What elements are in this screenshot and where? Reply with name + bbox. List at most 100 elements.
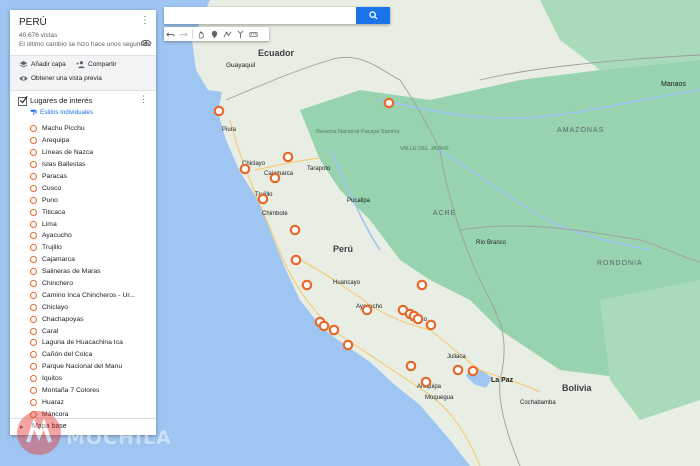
list-item[interactable]: Laguna de Huacachina Ica — [10, 337, 156, 349]
marker-huaraz[interactable] — [289, 224, 301, 236]
map-options-menu-icon[interactable]: ⋮ — [140, 14, 150, 28]
marker-huacachina[interactable] — [328, 324, 340, 336]
marker-nazca[interactable] — [342, 339, 354, 351]
label-moquegua: Moquegua — [425, 395, 454, 401]
place-name: Parque Nacional del Manu — [42, 363, 123, 371]
preview-button[interactable]: Obtener una vista previa — [19, 74, 102, 83]
list-item[interactable]: Salineras de Maras — [10, 266, 156, 278]
list-item[interactable]: Cañón del Colca — [10, 349, 156, 361]
list-item[interactable]: Camino Inca Chincheros - Ur... — [10, 289, 156, 301]
list-item[interactable]: Caral — [10, 325, 156, 337]
marker-dot-icon — [30, 173, 37, 180]
search-button[interactable] — [356, 7, 390, 24]
marker-dot-icon — [30, 339, 37, 347]
place-name: Lima — [42, 220, 57, 228]
map-title[interactable]: PERÚ — [19, 17, 47, 28]
marker-dot-icon — [30, 280, 37, 288]
undo-button[interactable] — [164, 27, 177, 41]
list-item[interactable]: Chinchero — [10, 278, 156, 290]
label-acre: ACRE — [433, 210, 456, 217]
list-item[interactable]: Islas Ballestas — [10, 159, 156, 171]
marker-chiclayo[interactable] — [239, 163, 251, 175]
ruler-icon — [249, 31, 258, 37]
label-piura: Piura — [222, 127, 237, 133]
place-name: Machu Picchu — [42, 125, 85, 133]
layer-style-link[interactable]: Estilos individuales — [30, 109, 93, 116]
list-item[interactable]: Paracas — [10, 171, 156, 183]
marker-dot-icon — [30, 351, 37, 359]
list-item[interactable]: Ayacucho — [10, 230, 156, 242]
place-name: Puno — [42, 196, 58, 204]
layer-name[interactable]: Lugares de interés — [30, 96, 92, 105]
list-item[interactable]: Arequipa — [10, 135, 156, 147]
marker-puno[interactable] — [452, 364, 464, 376]
marker-dot-icon — [30, 268, 37, 276]
place-name: Chiclayo — [42, 303, 69, 311]
list-item[interactable]: Puno — [10, 194, 156, 206]
directions-button[interactable] — [234, 27, 247, 41]
marker-dot-icon — [30, 161, 37, 169]
list-item[interactable]: Lima — [10, 218, 156, 230]
share-button[interactable]: Compartir — [76, 60, 117, 69]
add-person-icon — [76, 61, 85, 69]
pan-button[interactable] — [195, 27, 208, 41]
draw-line-button[interactable] — [221, 27, 234, 41]
place-name: Chinchero — [42, 280, 73, 288]
eye-icon[interactable] — [140, 38, 152, 48]
marker-titicaca[interactable] — [467, 365, 479, 377]
list-item[interactable]: Parque Nacional del Manu — [10, 361, 156, 373]
mochila-logo-icon — [17, 411, 61, 455]
list-item[interactable]: Iquitos — [10, 373, 156, 385]
place-name: Trujillo — [42, 244, 62, 252]
redo-button[interactable] — [177, 27, 190, 41]
checkmark-icon — [19, 96, 28, 104]
list-item[interactable]: Trujillo — [10, 242, 156, 254]
place-name: Paracas — [42, 173, 67, 180]
marker-7-colores[interactable] — [425, 319, 437, 331]
marker-caral[interactable] — [290, 254, 302, 266]
label-la-paz: La Paz — [491, 377, 514, 384]
marker-cusco[interactable] — [412, 313, 424, 325]
marker-dot-icon — [30, 184, 37, 192]
marker-mancora[interactable] — [213, 105, 225, 117]
add-marker-button[interactable] — [208, 27, 221, 41]
list-item[interactable]: Cusco — [10, 182, 156, 194]
marker-arequipa[interactable] — [420, 376, 432, 388]
hand-icon — [199, 30, 204, 38]
measure-button[interactable] — [247, 27, 260, 41]
list-item[interactable]: Chiclayo — [10, 301, 156, 313]
preview-eye-icon — [19, 76, 28, 81]
marker-chachapoyas[interactable] — [282, 151, 294, 163]
label-bolivia: Bolivia — [562, 383, 593, 393]
layer-options-menu-icon[interactable]: ⋮ — [139, 94, 148, 105]
map-toolbar — [164, 27, 269, 41]
add-layer-button[interactable]: Añadir capa — [19, 60, 66, 69]
list-item[interactable]: Líneas de Nazca — [10, 147, 156, 159]
place-name: Cusco — [42, 184, 62, 192]
label-huancayo: Huancayo — [333, 280, 361, 286]
label-chimbote: Chimbote — [262, 211, 288, 217]
last-change-status: El último cambio se hizo hace unos segun… — [19, 41, 151, 48]
label-juliaca: Juliaca — [447, 354, 466, 360]
marker-colca[interactable] — [405, 360, 417, 372]
marker-cajamarca[interactable] — [269, 172, 281, 184]
list-item[interactable]: Montaña 7 Colores — [10, 385, 156, 397]
marker-ballestas[interactable] — [318, 320, 330, 332]
watermark-text: MOCHILA — [66, 427, 172, 449]
list-item[interactable]: Chachapoyas — [10, 313, 156, 325]
search-bar — [164, 7, 390, 24]
add-layer-label: Añadir capa — [31, 61, 66, 68]
search-input[interactable] — [168, 9, 352, 23]
marker-trujillo[interactable] — [257, 193, 269, 205]
marker-ayacucho[interactable] — [361, 304, 373, 316]
share-label: Compartir — [88, 61, 117, 68]
list-item[interactable]: Titicaca — [10, 206, 156, 218]
marker-manu[interactable] — [416, 279, 428, 291]
layer-visibility-checkbox[interactable] — [18, 96, 28, 106]
marker-iquitos[interactable] — [383, 97, 395, 109]
list-item[interactable]: Cajamarca — [10, 254, 156, 266]
label-manaos: Manaos — [661, 81, 686, 88]
list-item[interactable]: Machu Picchu — [10, 123, 156, 135]
label-pucallpa: Pucallpa — [347, 198, 371, 204]
marker-lima[interactable] — [301, 279, 313, 291]
